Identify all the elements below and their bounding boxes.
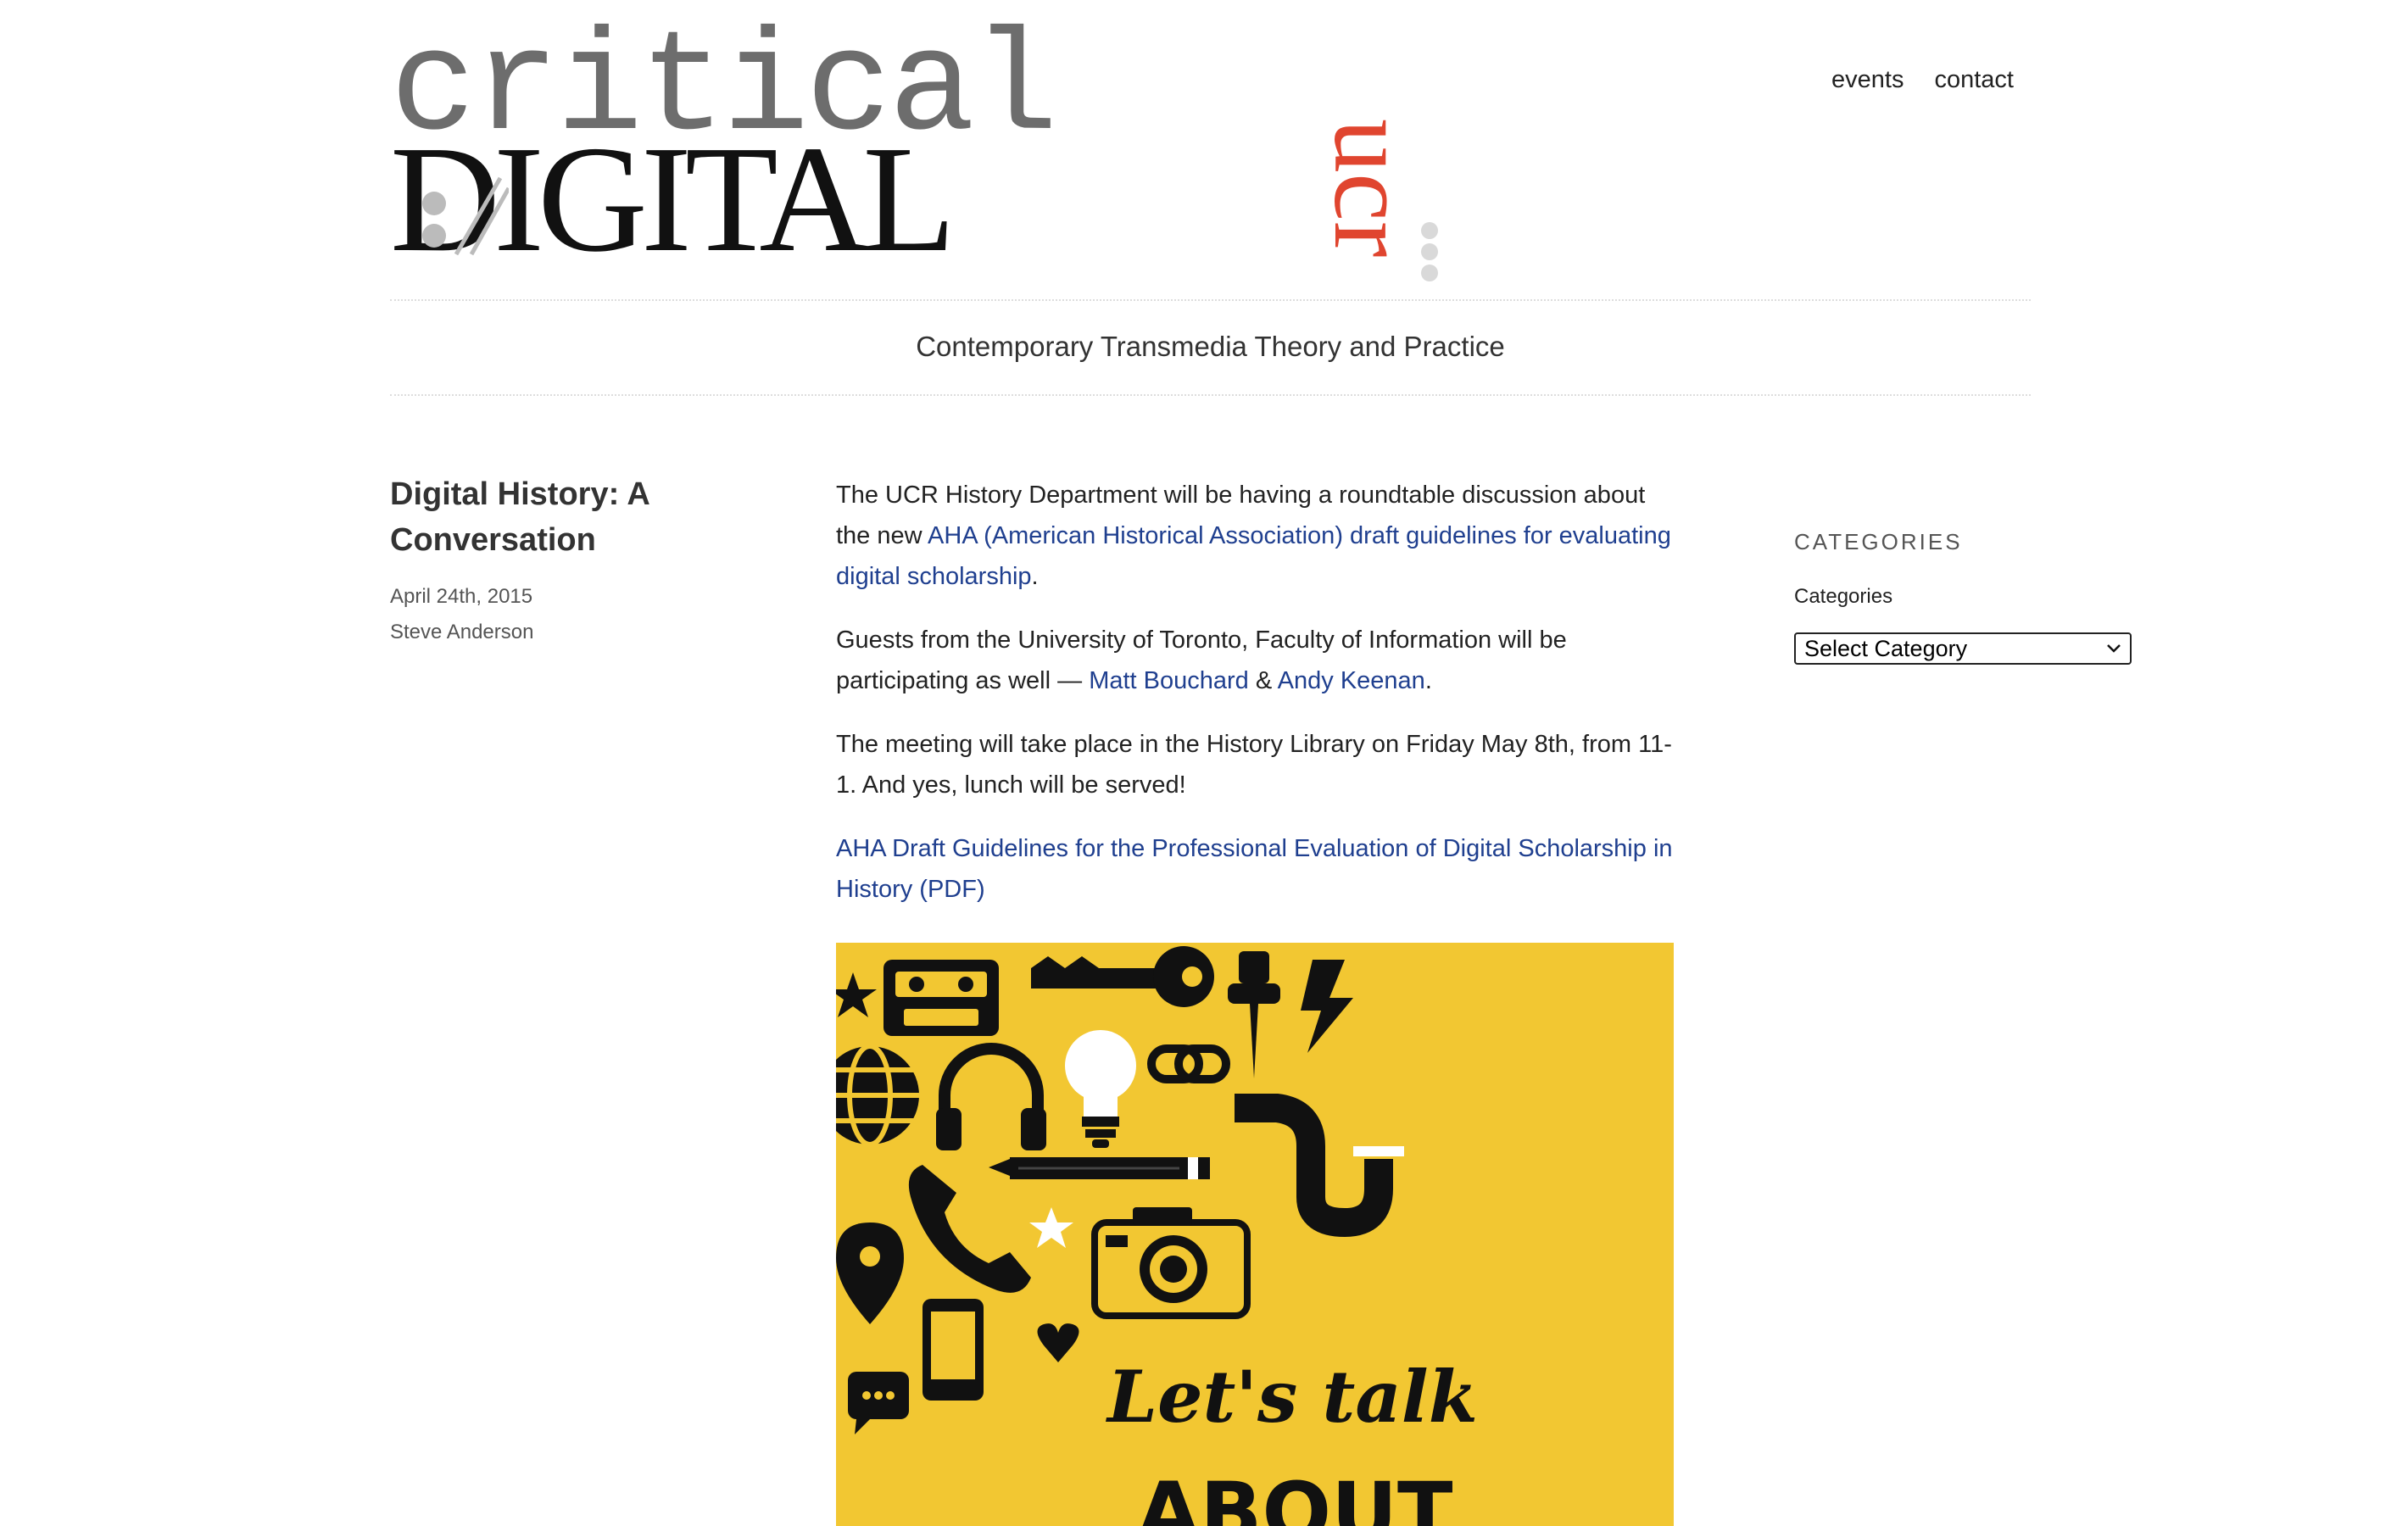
- paragraph-pdf: AHA Draft Guidelines for the Professiona…: [836, 828, 1677, 910]
- lightning-icon: [1301, 960, 1353, 1053]
- image-headline-line2: ABOUT: [1137, 1465, 1453, 1526]
- heart-icon: [1037, 1323, 1079, 1362]
- pipe-icon: [1235, 1094, 1404, 1238]
- top-navigation: events contact: [1831, 66, 2014, 94]
- globe-icon: [836, 1044, 919, 1147]
- star-icon: [836, 972, 877, 1017]
- image-headline-line1: Let's talk: [1106, 1355, 1478, 1439]
- phone-icon: [908, 1165, 1031, 1293]
- smartphone-icon: [923, 1299, 984, 1401]
- logo-slash-mark-icon: [422, 176, 509, 256]
- link-icon: [1147, 1044, 1230, 1083]
- post-date: April 24th, 2015: [390, 585, 533, 608]
- cassette-icon: [883, 960, 999, 1036]
- header-divider-top: [390, 299, 2031, 301]
- paragraph-intro: The UCR History Department will be havin…: [836, 475, 1677, 597]
- period: .: [1031, 563, 1039, 590]
- ampersand: &: [1248, 667, 1278, 694]
- chat-bubble-icon: [848, 1372, 909, 1434]
- header-divider-bottom: [390, 394, 2031, 396]
- feature-image-graphic: Let's talk ABOUT: [836, 946, 1478, 1526]
- logo-ucr-text: ucr: [1312, 119, 1432, 258]
- categories-select[interactable]: Select Category: [1794, 632, 2132, 665]
- link-matt-bouchard[interactable]: Matt Bouchard: [1089, 667, 1249, 694]
- feature-image-lets-talk: Let's talk ABOUT: [836, 943, 1674, 1526]
- paragraph-guests: Guests from the University of Toronto, F…: [836, 620, 1677, 701]
- site-tagline: Contemporary Transmedia Theory and Pract…: [916, 331, 1505, 362]
- pushpin-icon: [1228, 951, 1280, 1078]
- lightbulb-icon: [1065, 1030, 1136, 1148]
- post-author: Steve Anderson: [390, 621, 534, 643]
- camera-icon: [1091, 1207, 1251, 1319]
- pencil-icon: [989, 1157, 1210, 1179]
- categories-select-label: Categories: [1794, 585, 1893, 608]
- headphones-icon: [936, 1043, 1046, 1150]
- period: .: [1424, 667, 1432, 694]
- post-title[interactable]: Digital History: A Conversation: [390, 471, 746, 563]
- location-pin-icon: [836, 1222, 904, 1324]
- chevron-down-icon: [2107, 644, 2121, 653]
- key-icon: [1031, 946, 1214, 1007]
- link-aha-pdf[interactable]: AHA Draft Guidelines for the Professiona…: [836, 835, 1673, 903]
- nav-link-events[interactable]: events: [1831, 66, 1904, 94]
- logo-dots-icon: [1421, 222, 1441, 286]
- link-aha-guidelines[interactable]: AHA (American Historical Association) dr…: [836, 522, 1671, 590]
- post-content: The UCR History Department will be havin…: [836, 475, 1677, 933]
- categories-select-value: Select Category: [1804, 635, 1968, 661]
- small-star-icon: [1029, 1207, 1073, 1248]
- link-andy-keenan[interactable]: Andy Keenan: [1278, 667, 1425, 694]
- sidebar-categories-heading: CATEGORIES: [1794, 529, 1963, 554]
- paragraph-meeting: The meeting will take place in the Histo…: [836, 731, 1672, 799]
- nav-link-contact[interactable]: contact: [1934, 66, 2014, 94]
- site-logo[interactable]: critical DIGITAL ucr: [390, 19, 1438, 281]
